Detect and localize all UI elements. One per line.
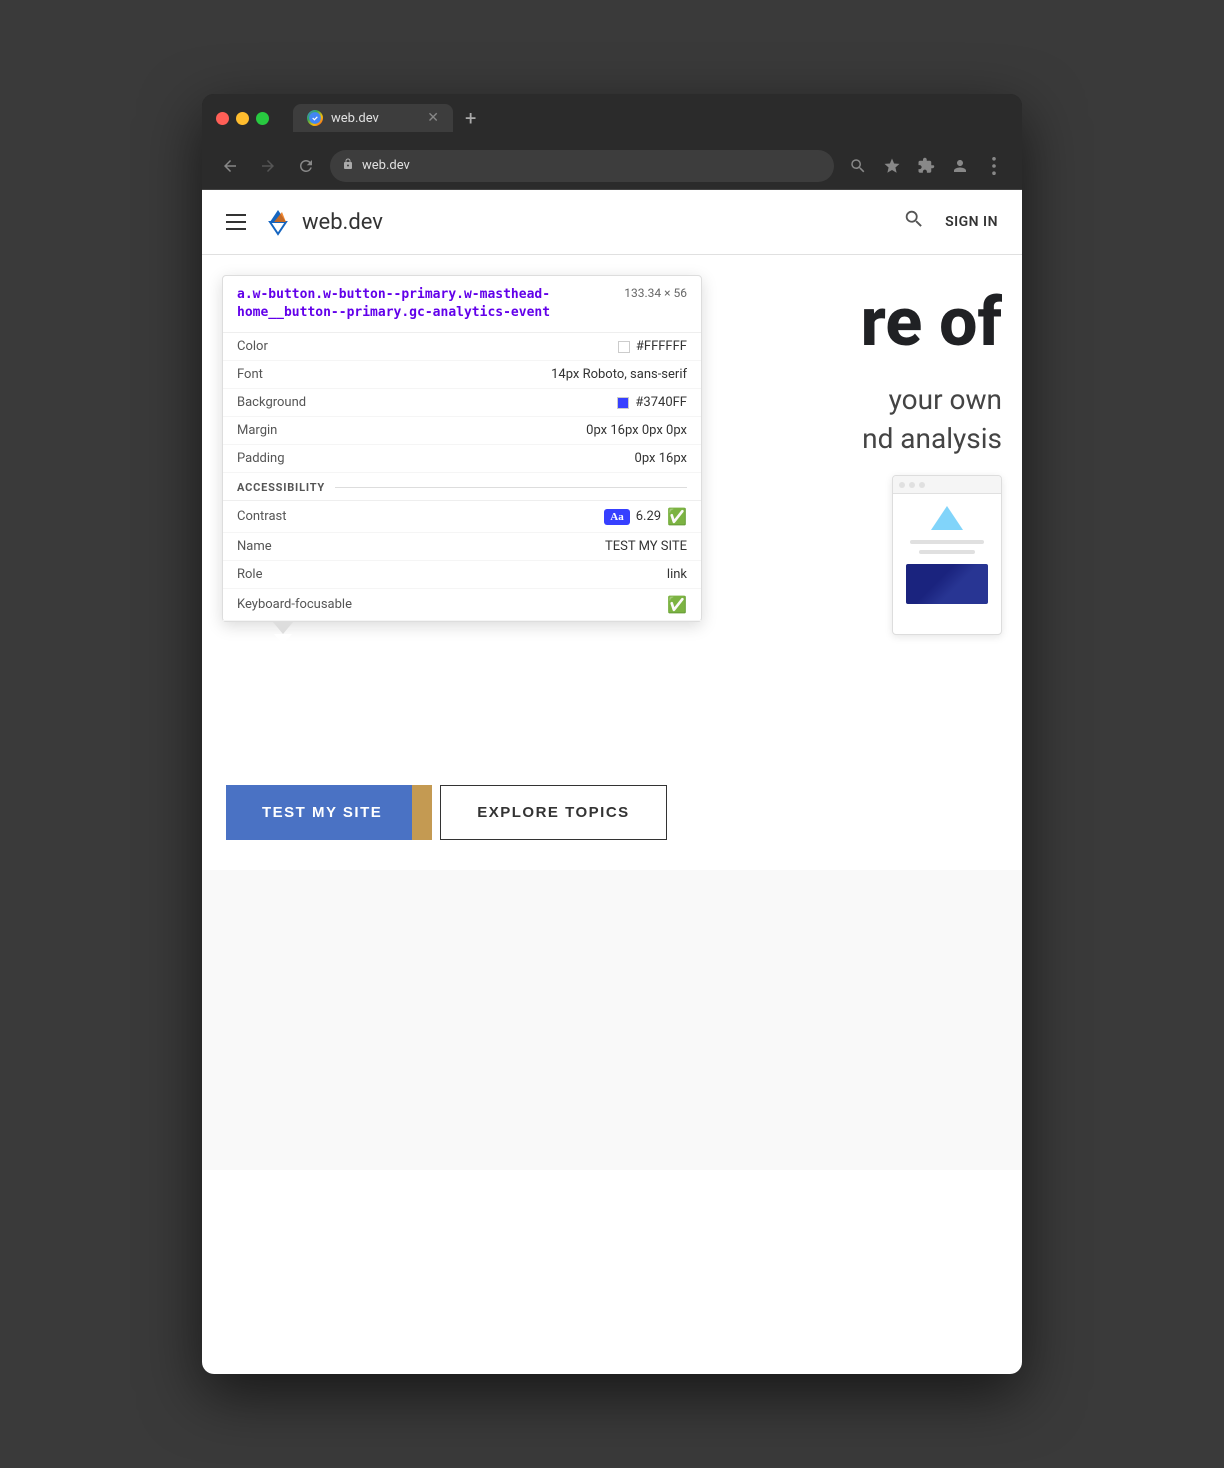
inspector-row-name: Name TEST MY SITE — [223, 533, 701, 561]
inspector-row-font: Font 14px Roboto, sans-serif — [223, 361, 701, 389]
inspector-row-padding: Padding 0px 16px — [223, 445, 701, 473]
inspector-row-keyboard: Keyboard-focusable ✅ — [223, 589, 701, 621]
hero-text-right: re of your own nd analysis — [861, 285, 1002, 458]
hero-subtitle-partial: your own nd analysis — [861, 380, 1002, 458]
browser-tab[interactable]: web.dev ✕ — [293, 104, 453, 132]
inspector-arrow-inner — [274, 634, 292, 645]
lock-icon — [342, 157, 354, 174]
inspector-label-role: Role — [237, 567, 262, 582]
keyboard-check-icon: ✅ — [667, 595, 687, 614]
tab-bar: web.dev ✕ + — [293, 104, 1008, 132]
hero-title-partial: re of — [861, 285, 1002, 360]
inspector-arrow — [273, 622, 293, 634]
inspector-label-keyboard: Keyboard-focusable — [237, 597, 352, 612]
hamburger-line — [226, 221, 246, 223]
illustration-dot-3 — [919, 482, 925, 488]
bookmark-button[interactable] — [878, 152, 906, 180]
inspector-label-margin: Margin — [237, 423, 277, 438]
zoom-button[interactable] — [844, 152, 872, 180]
maximize-traffic-light[interactable] — [256, 112, 269, 125]
inspector-value-background: #3740FF — [617, 395, 687, 410]
contrast-check-icon: ✅ — [667, 507, 687, 526]
buttons-row: TEST MY SITE EXPLORE TOPICS — [202, 755, 1022, 870]
illustration-top-bar — [893, 476, 1001, 494]
color-swatch-white — [618, 341, 630, 353]
extensions-button[interactable] — [912, 152, 940, 180]
browser-window: web.dev ✕ + web.dev — [202, 94, 1022, 1374]
contrast-badge: Aa — [604, 509, 629, 525]
color-swatch-blue — [617, 397, 629, 409]
tab-title: web.dev — [331, 111, 419, 126]
page-footer-area — [202, 870, 1022, 1170]
site-header-left: web.dev — [226, 206, 383, 238]
inspector-label-color: Color — [237, 339, 268, 354]
site-header-right: SIGN IN — [903, 208, 998, 236]
inspector-label-name: Name — [237, 539, 272, 554]
illustration-body — [893, 494, 1001, 612]
sign-in-button[interactable]: SIGN IN — [945, 214, 998, 230]
inspector-row-role: Role link — [223, 561, 701, 589]
title-bar: web.dev ✕ + — [202, 94, 1022, 142]
inspector-value-name: TEST MY SITE — [605, 539, 687, 554]
inspector-panel: a.w-button.w-button--primary.w-masthead-… — [222, 275, 702, 622]
inspector-value-keyboard: ✅ — [667, 595, 687, 614]
inspector-selector: a.w-button.w-button--primary.w-masthead-… — [237, 286, 612, 322]
forward-button[interactable] — [254, 152, 282, 180]
inspector-body: Color #FFFFFF Font 14px Roboto, sans-ser… — [223, 333, 701, 621]
inspector-row-contrast: Contrast Aa 6.29 ✅ — [223, 501, 701, 533]
tab-close-button[interactable]: ✕ — [427, 111, 439, 125]
accessibility-line — [335, 487, 687, 488]
address-bar[interactable]: web.dev — [330, 150, 834, 182]
inspector-value-font: 14px Roboto, sans-serif — [551, 367, 687, 382]
nav-actions — [844, 152, 1008, 180]
close-traffic-light[interactable] — [216, 112, 229, 125]
inspector-header: a.w-button.w-button--primary.w-masthead-… — [223, 276, 701, 333]
site-name: web.dev — [302, 210, 383, 235]
new-tab-button[interactable]: + — [465, 106, 476, 130]
inspector-value-color: #FFFFFF — [618, 339, 687, 354]
inspector-label-contrast: Contrast — [237, 509, 287, 524]
illustration-line-2 — [919, 550, 974, 554]
inspector-label-padding: Padding — [237, 451, 285, 466]
page-illustration — [892, 475, 1002, 635]
accessibility-divider: ACCESSIBILITY — [223, 473, 701, 501]
inspector-row-margin: Margin 0px 16px 0px 0px — [223, 417, 701, 445]
traffic-lights — [216, 112, 269, 125]
illustration-dot-1 — [899, 482, 905, 488]
tab-favicon — [307, 110, 323, 126]
webdev-logo-icon — [262, 206, 294, 238]
address-text: web.dev — [362, 158, 410, 173]
menu-button[interactable] — [980, 152, 1008, 180]
inspector-label-background: Background — [237, 395, 306, 410]
test-my-site-button[interactable]: TEST MY SITE — [226, 785, 418, 840]
accessibility-section-label: ACCESSIBILITY — [237, 481, 325, 494]
page-content: web.dev SIGN IN a.w-button.w-button--pri… — [202, 190, 1022, 1374]
reload-button[interactable] — [292, 152, 320, 180]
inspector-value-contrast: Aa 6.29 ✅ — [604, 507, 687, 526]
inspector-value-padding: 0px 16px — [635, 451, 687, 466]
back-button[interactable] — [216, 152, 244, 180]
hamburger-line — [226, 228, 246, 230]
hero-area: a.w-button.w-button--primary.w-masthead-… — [202, 255, 1022, 755]
hamburger-line — [226, 214, 246, 216]
inspector-dimensions: 133.34 × 56 — [624, 286, 687, 300]
search-button[interactable] — [903, 208, 925, 236]
inspector-label-font: Font — [237, 367, 263, 382]
illustration-wave — [906, 564, 989, 604]
nav-bar: web.dev — [202, 142, 1022, 190]
inspector-value-role: link — [667, 567, 687, 582]
site-logo[interactable]: web.dev — [262, 206, 383, 238]
illustration-line-1 — [910, 540, 984, 544]
hamburger-menu[interactable] — [226, 214, 246, 230]
illustration-triangle — [931, 506, 963, 530]
explore-topics-button[interactable]: EXPLORE TOPICS — [440, 785, 666, 840]
inspector-row-background: Background #3740FF — [223, 389, 701, 417]
site-header: web.dev SIGN IN — [202, 190, 1022, 255]
account-button[interactable] — [946, 152, 974, 180]
inspector-value-margin: 0px 16px 0px 0px — [586, 423, 687, 438]
minimize-traffic-light[interactable] — [236, 112, 249, 125]
inspector-row-color: Color #FFFFFF — [223, 333, 701, 361]
illustration-dot-2 — [909, 482, 915, 488]
